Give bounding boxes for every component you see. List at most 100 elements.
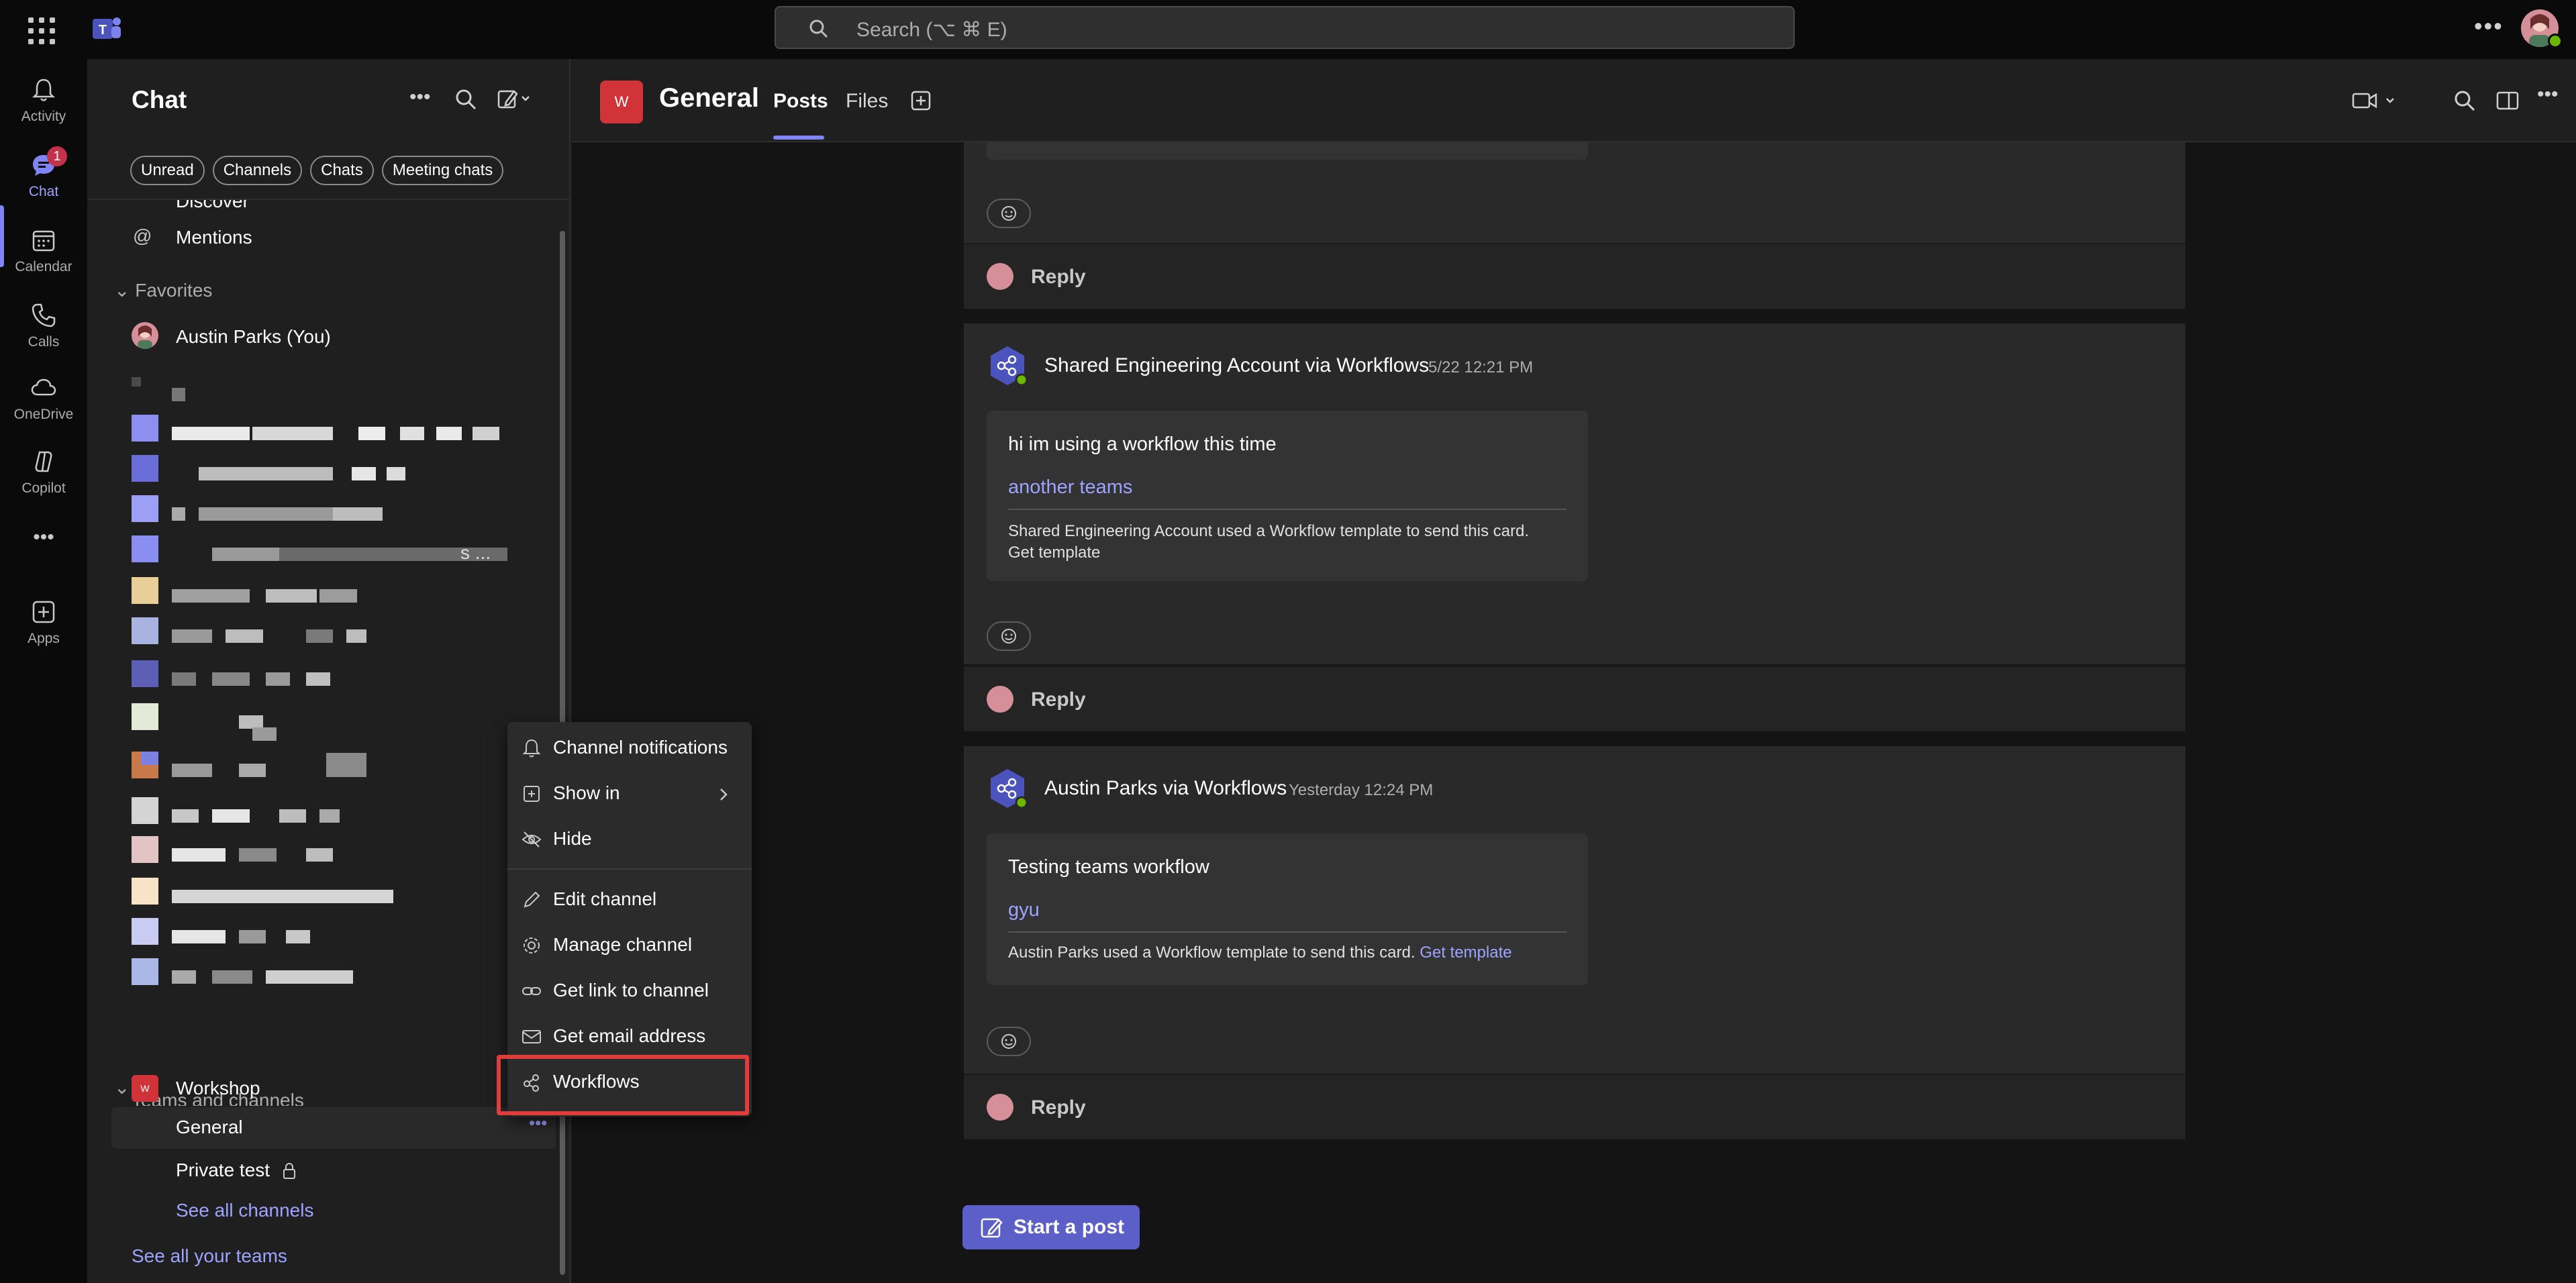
tab-posts[interactable]: Posts bbox=[773, 90, 828, 113]
start-post-label: Start a post bbox=[1013, 1216, 1125, 1238]
menu-label: Hide bbox=[553, 828, 592, 849]
chevron-down-icon: ⌄ bbox=[114, 280, 136, 301]
rail-item-onedrive[interactable]: OneDrive bbox=[0, 365, 87, 432]
rail-more-apps[interactable]: ••• bbox=[0, 522, 87, 556]
search-icon[interactable] bbox=[454, 87, 478, 111]
rail-label: Calendar bbox=[15, 259, 72, 274]
tab-files[interactable]: Files bbox=[846, 90, 888, 113]
mentions-label: Mentions bbox=[176, 227, 252, 248]
meet-video-icon[interactable] bbox=[2350, 87, 2404, 114]
svg-text:T: T bbox=[99, 23, 107, 38]
rail-item-copilot[interactable]: Copilot bbox=[0, 439, 87, 506]
card-link[interactable]: another teams bbox=[1008, 476, 1132, 499]
presence-available-icon bbox=[2548, 34, 2563, 48]
menu-item-hide[interactable]: Hide bbox=[507, 817, 752, 862]
post-sender[interactable]: Austin Parks via Workflows bbox=[1044, 777, 1287, 800]
search-placeholder: Search (⌥ ⌘ E) bbox=[856, 19, 1007, 41]
reply-label: Reply bbox=[1031, 1096, 1086, 1119]
favorites-label: Favorites bbox=[135, 280, 213, 301]
card-link[interactable]: gyu bbox=[1008, 899, 1040, 921]
workflows-bot-icon bbox=[991, 346, 1028, 387]
team-avatar: W bbox=[600, 81, 643, 123]
see-all-channels-link[interactable]: See all channels bbox=[176, 1200, 313, 1221]
menu-item-show-in[interactable]: Show in bbox=[507, 772, 752, 816]
favorites-header[interactable]: ⌄ Favorites bbox=[114, 279, 212, 301]
menu-item-get-email[interactable]: Get email address bbox=[507, 1015, 752, 1059]
menu-label: Edit channel bbox=[553, 888, 657, 909]
app-launcher-icon[interactable] bbox=[28, 17, 55, 44]
add-reaction-button[interactable] bbox=[987, 199, 1031, 228]
chevron-right-icon bbox=[720, 788, 728, 801]
side-panel-icon[interactable] bbox=[2494, 87, 2521, 114]
reply-label: Reply bbox=[1031, 266, 1086, 288]
post-card: Shared Engineering Account via Workflows… bbox=[964, 323, 2185, 664]
search-icon[interactable] bbox=[2451, 87, 2478, 114]
reply-button[interactable]: Reply bbox=[964, 1074, 2185, 1139]
card-footer: Austin Parks used a Workflow template to… bbox=[1008, 943, 1512, 962]
menu-label: Get link to channel bbox=[553, 980, 709, 1000]
top-bar: T Search (⌥ ⌘ E) ••• bbox=[0, 0, 2576, 59]
post-sender[interactable]: Shared Engineering Account via Workflows bbox=[1044, 354, 1429, 377]
add-tab-icon[interactable] bbox=[907, 87, 934, 114]
add-reaction-button[interactable] bbox=[987, 621, 1031, 651]
filter-chats[interactable]: Chats bbox=[310, 156, 374, 185]
channel-item-general[interactable]: General ••• bbox=[111, 1107, 556, 1149]
see-all-teams-link[interactable]: See all your teams bbox=[132, 1245, 287, 1267]
emoji-icon bbox=[1001, 629, 1016, 644]
bell-icon bbox=[522, 739, 541, 758]
start-post-button[interactable]: Start a post bbox=[962, 1205, 1140, 1249]
workflows-highlight-annotation bbox=[497, 1055, 749, 1115]
rail-item-calendar[interactable]: Calendar bbox=[0, 217, 87, 285]
rail-item-chat[interactable]: 1 Chat bbox=[0, 142, 87, 209]
rail-item-apps[interactable]: Apps bbox=[0, 589, 87, 656]
menu-item-edit-channel[interactable]: Edit channel bbox=[507, 878, 752, 922]
more-options-icon[interactable]: ••• bbox=[2474, 12, 2504, 40]
new-chat-icon[interactable] bbox=[497, 87, 530, 111]
phone-icon bbox=[32, 303, 56, 327]
search-input[interactable]: Search (⌥ ⌘ E) bbox=[775, 6, 1795, 49]
search-icon bbox=[809, 19, 828, 38]
rail-item-activity[interactable]: Activity bbox=[0, 67, 87, 134]
divider bbox=[1008, 931, 1567, 933]
add-reaction-button[interactable] bbox=[987, 1027, 1031, 1056]
copilot-icon bbox=[35, 451, 52, 472]
post-timestamp: Yesterday 12:24 PM bbox=[1289, 781, 1434, 799]
bell-icon bbox=[32, 79, 56, 101]
menu-item-get-link[interactable]: Get link to channel bbox=[507, 969, 752, 1013]
team-name: Workshop bbox=[176, 1078, 260, 1098]
card-footer-text: Austin Parks used a Workflow template to… bbox=[1008, 943, 1416, 962]
avatar bbox=[987, 263, 1013, 290]
filter-channels[interactable]: Channels bbox=[212, 156, 303, 185]
posts-feed: Reply Shared Engineering Account via Wor… bbox=[572, 142, 2576, 1283]
reply-button[interactable]: Reply bbox=[964, 243, 2185, 309]
filter-unread[interactable]: Unread bbox=[130, 156, 205, 185]
mail-icon bbox=[522, 1030, 541, 1043]
at-sign-icon: @ bbox=[133, 225, 152, 246]
more-icon: ••• bbox=[33, 526, 54, 548]
menu-label: Channel notifications bbox=[553, 737, 728, 758]
adaptive-card: hi im using a workflow this time another… bbox=[987, 411, 1588, 581]
show-in-icon bbox=[524, 786, 540, 802]
rail-label: Chat bbox=[28, 184, 59, 199]
get-template-link[interactable]: Get template bbox=[1420, 943, 1512, 962]
menu-item-manage-channel[interactable]: Manage channel bbox=[507, 923, 752, 968]
get-template-link[interactable]: Get template bbox=[1008, 544, 1100, 562]
compose-icon bbox=[981, 1218, 1003, 1238]
calendar-icon bbox=[32, 230, 55, 252]
card-body: Testing teams workflow bbox=[1008, 856, 1209, 878]
menu-label: Show in bbox=[553, 782, 620, 803]
card-footer: Shared Engineering Account used a Workfl… bbox=[1008, 522, 1530, 540]
channel-name: Private test bbox=[176, 1160, 270, 1180]
reply-button[interactable]: Reply bbox=[964, 666, 2185, 731]
filter-meeting-chats[interactable]: Meeting chats bbox=[381, 156, 504, 185]
pencil-icon bbox=[524, 891, 540, 908]
more-options-icon[interactable]: ••• bbox=[409, 86, 434, 110]
menu-item-channel-notifications[interactable]: Channel notifications bbox=[507, 726, 752, 770]
rail-item-calls[interactable]: Calls bbox=[0, 293, 87, 360]
more-options-icon[interactable]: ••• bbox=[2537, 83, 2564, 110]
discover-row[interactable]: Discover bbox=[87, 200, 557, 215]
card-fragment bbox=[987, 142, 1588, 160]
channel-header: W General Posts Files ••• bbox=[572, 59, 2576, 142]
rail-label: Activity bbox=[21, 109, 66, 124]
channel-name: General bbox=[176, 1117, 243, 1137]
